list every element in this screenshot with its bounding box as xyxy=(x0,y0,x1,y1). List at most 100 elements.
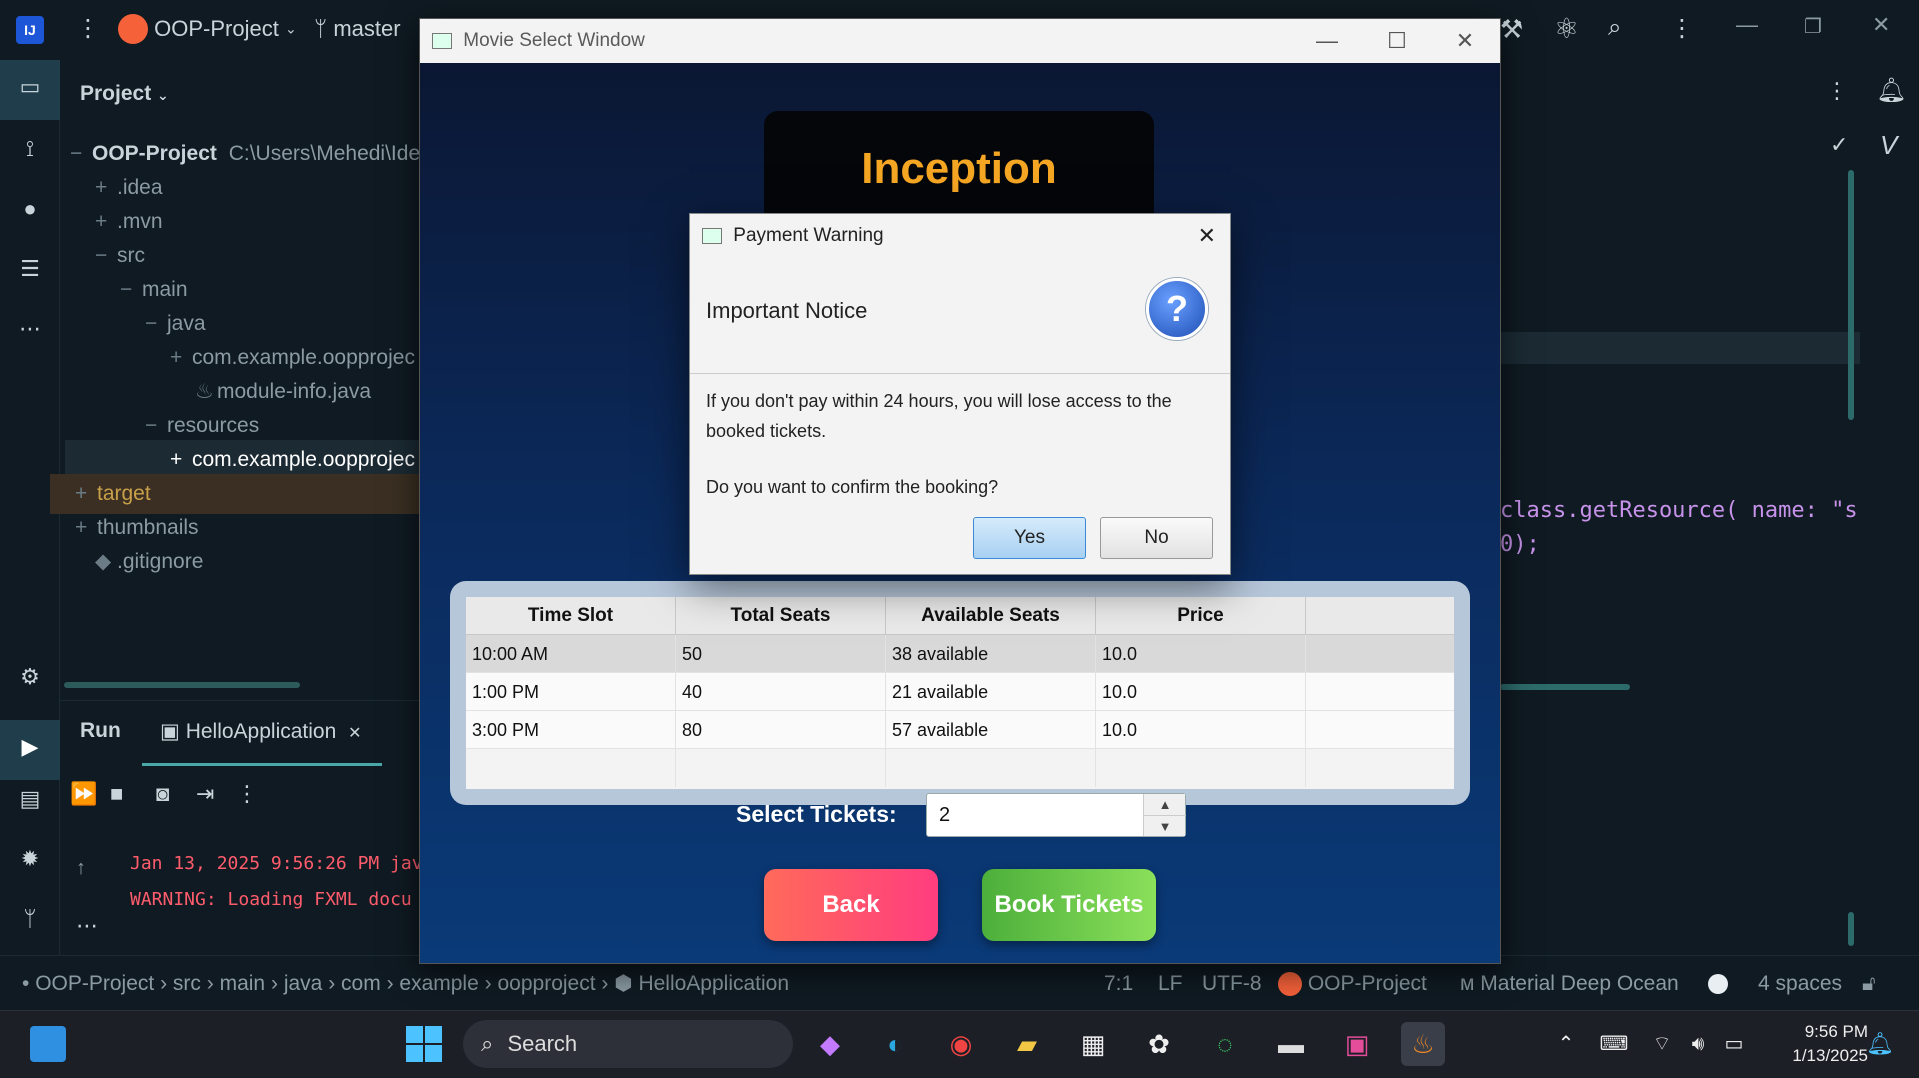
no-button[interactable]: No xyxy=(1100,517,1213,559)
ai-assistant-icon[interactable]: ⚛ xyxy=(1554,12,1579,45)
intellij-icon[interactable]: ▣ xyxy=(1335,1022,1379,1066)
screenshot-icon[interactable]: ◙ xyxy=(156,781,169,807)
battery-icon[interactable]: ▭ xyxy=(1712,1022,1756,1066)
caret-position[interactable]: 7:1 xyxy=(1104,956,1133,1011)
table-row[interactable]: 3:00 PM 80 57 available 10.0 xyxy=(466,711,1454,749)
branch-selector[interactable]: ᛘ master xyxy=(314,16,401,42)
book-tickets-button[interactable]: Book Tickets xyxy=(982,869,1156,941)
show-hidden-icons[interactable]: ⌃ xyxy=(1544,1022,1588,1066)
settings-gear-icon[interactable]: ⚙ xyxy=(0,664,60,690)
exit-icon[interactable]: ⇥ xyxy=(196,781,214,807)
dialog-titlebar[interactable]: Payment Warning ✕ xyxy=(690,214,1230,258)
tickets-spinner[interactable]: 2 ▲ ▼ xyxy=(926,793,1186,837)
dialog-header: Important Notice ? xyxy=(690,258,1230,374)
github-icon[interactable]: ● xyxy=(0,196,60,222)
build-icon[interactable]: ⚒ xyxy=(1500,14,1523,45)
lock-icon[interactable]: 🔓︎ xyxy=(1862,956,1876,1011)
file-explorer-icon[interactable]: ▰ xyxy=(1005,1022,1049,1066)
status-project[interactable]: OOP-Project xyxy=(1278,956,1427,1011)
restore-icon[interactable]: ❐ xyxy=(1804,14,1822,39)
project-view-icon[interactable]: ▭ xyxy=(0,74,60,100)
console-line: Jan 13, 2025 9:56:26 PM jav xyxy=(130,853,423,874)
showtimes-table[interactable]: Time Slot Total Seats Available Seats Pr… xyxy=(466,597,1454,789)
vcs-icon[interactable]: V xyxy=(1880,130,1897,161)
more-icon[interactable]: ⋮ xyxy=(1826,78,1848,104)
edge-icon[interactable]: ◐ xyxy=(873,1022,917,1066)
chevron-down-icon: ⌄ xyxy=(284,20,297,37)
editor-scrollbar[interactable] xyxy=(1848,170,1854,420)
clock[interactable]: 9:56 PM 1/13/2025 xyxy=(1768,1020,1868,1068)
column-header[interactable]: Time Slot xyxy=(466,597,676,635)
movie-window-titlebar[interactable]: Movie Select Window — ☐ ✕ xyxy=(420,19,1500,63)
intellij-logo-icon[interactable]: IJ xyxy=(16,16,44,44)
more-icon[interactable]: ⋮ xyxy=(1670,14,1694,43)
project-selector[interactable]: OOP-Project ⌄ xyxy=(118,14,297,44)
git-branch-icon: ᛘ xyxy=(314,16,328,41)
theme-icon: ᴍ xyxy=(1460,972,1475,995)
close-icon[interactable]: ✕ xyxy=(1430,19,1500,63)
more-icon[interactable]: ⋯ xyxy=(76,913,98,939)
terminal-icon[interactable]: ▬ xyxy=(1269,1022,1313,1066)
run-tab[interactable]: ▣ HelloApplication ✕ xyxy=(160,719,362,744)
gitignore-icon: ◆ xyxy=(95,550,112,573)
terminal-icon[interactable]: ▤ xyxy=(0,786,60,812)
tickets-value[interactable]: 2 xyxy=(939,794,950,836)
column-header[interactable]: Price xyxy=(1096,597,1306,635)
table-row[interactable]: 1:00 PM 40 21 available 10.0 xyxy=(466,673,1454,711)
table-row[interactable]: 10:00 AM 50 38 available 10.0 xyxy=(466,635,1454,673)
root-path: C:\Users\Mehedi\Ide xyxy=(228,142,421,165)
select-tickets-label: Select Tickets: xyxy=(736,801,897,827)
scroll-up-icon[interactable]: ↑ xyxy=(76,857,86,880)
commit-icon[interactable]: ⟟ xyxy=(0,136,60,162)
console-line: WARNING: Loading FXML docu xyxy=(130,889,412,910)
main-menu-icon[interactable]: ⋮ xyxy=(76,14,100,43)
search-icon[interactable]: ⌕ xyxy=(1608,14,1621,42)
chatgpt-icon[interactable]: ✿ xyxy=(1137,1022,1181,1066)
services-icon[interactable]: ☰ xyxy=(0,256,60,282)
column-header-empty xyxy=(1306,597,1454,635)
close-tab-icon: ✕ xyxy=(348,725,362,742)
file-encoding[interactable]: UTF-8 xyxy=(1202,956,1262,1011)
theme-indicator[interactable]: ᴍ Material Deep Ocean xyxy=(1460,956,1679,1011)
dialog-message-line: If you don't pay within 24 hours, you wi… xyxy=(706,391,1172,441)
java-app-icon[interactable]: ♨ xyxy=(1401,1022,1445,1066)
stop-icon[interactable]: ■ xyxy=(110,781,123,807)
column-header[interactable]: Total Seats xyxy=(676,597,886,635)
keyboard-icon[interactable]: ⌨ xyxy=(1592,1022,1636,1066)
editor-scrollbar-bottom[interactable] xyxy=(1848,912,1854,946)
horizontal-scrollbar[interactable] xyxy=(64,682,300,688)
maximize-icon[interactable]: ☐ xyxy=(1362,19,1432,63)
run-icon[interactable]: ▶ xyxy=(0,734,60,760)
more-icon[interactable]: ⋮ xyxy=(236,781,258,807)
widgets-icon[interactable] xyxy=(30,1026,66,1062)
tree-item-gitignore[interactable]: ◆ .gitignore xyxy=(95,542,203,582)
git-icon[interactable]: ᛘ xyxy=(0,906,60,932)
breadcrumb[interactable]: • OOP-Project › src › main › java › com … xyxy=(22,956,789,1011)
notification-bell-icon[interactable]: 🔔︎ xyxy=(1858,1022,1902,1066)
minimize-icon[interactable]: — xyxy=(1736,12,1758,38)
notifications-icon[interactable]: 🔔︎ xyxy=(1876,76,1906,105)
more-tools-icon[interactable]: ⋯ xyxy=(0,316,60,342)
indent-setting[interactable]: 4 spaces xyxy=(1758,956,1842,1011)
store-icon[interactable]: ▦ xyxy=(1071,1022,1115,1066)
increment-icon[interactable]: ▲ xyxy=(1144,794,1186,815)
close-icon[interactable]: ✕ xyxy=(1872,12,1890,38)
rerun-icon[interactable]: ⏩ xyxy=(70,781,97,807)
yes-button[interactable]: Yes xyxy=(973,517,1086,559)
project-panel-title[interactable]: Project ⌄ xyxy=(80,82,169,106)
column-header[interactable]: Available Seats xyxy=(886,597,1096,635)
problems-icon[interactable]: ✹ xyxy=(0,846,60,872)
back-button[interactable]: Back xyxy=(764,869,938,941)
chrome-icon[interactable]: ◉ xyxy=(939,1022,983,1066)
taskbar-search[interactable]: ⌕ Search xyxy=(463,1020,793,1068)
decrement-icon[interactable]: ▼ xyxy=(1144,815,1186,836)
project-panel: Project ⌄ − OOP-Project C:\Users\Mehedi\I… xyxy=(50,60,421,700)
minimize-icon[interactable]: — xyxy=(1292,19,1362,63)
close-icon[interactable]: ✕ xyxy=(1198,214,1216,258)
copilot-icon[interactable]: ◆ xyxy=(808,1022,852,1066)
windows-start-icon[interactable] xyxy=(406,1026,442,1062)
line-separator[interactable]: LF xyxy=(1158,956,1183,1011)
editor-hscrollbar[interactable] xyxy=(1500,684,1630,690)
code-editor[interactable]: ⋮ 🔔︎ ✓ V class.getResource( name: "s 0); xyxy=(1500,60,1919,980)
spotify-like-icon[interactable]: ◌ xyxy=(1203,1022,1247,1066)
